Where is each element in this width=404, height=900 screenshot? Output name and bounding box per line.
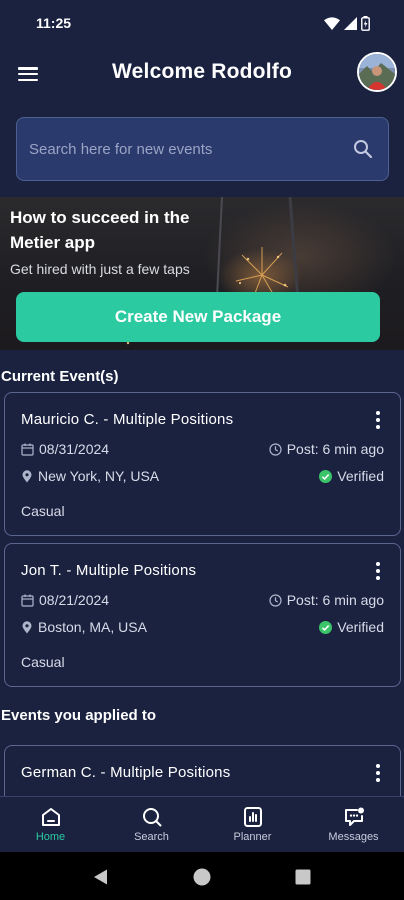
banner-subtitle: Get hired with just a few taps (10, 261, 190, 277)
calendar-icon (21, 594, 34, 607)
status-time: 11:25 (36, 15, 72, 31)
event-status-row: Verified (319, 619, 384, 635)
event-date-row: 08/21/2024 (21, 592, 109, 608)
event-status-row: Verified (319, 468, 384, 484)
create-package-button[interactable]: Create New Package (16, 292, 380, 342)
search-input[interactable]: Search here for new events (16, 117, 389, 181)
nav-planner[interactable]: Planner (202, 797, 303, 852)
system-navigation-bar (0, 852, 404, 900)
nav-home-label: Home (35, 831, 66, 843)
event-status: Verified (337, 468, 384, 484)
nav-search[interactable]: Search (101, 797, 202, 852)
nav-home[interactable]: Home (0, 797, 101, 852)
event-posted: Post: 6 min ago (286, 441, 384, 457)
event-title: Mauricio C. - Multiple Positions (21, 411, 234, 428)
verified-check-icon (319, 469, 333, 483)
more-options-icon[interactable] (374, 764, 382, 782)
event-date: 08/31/2024 (39, 441, 110, 457)
avatar[interactable] (357, 52, 397, 92)
nav-planner-label: Planner (233, 831, 272, 843)
location-pin-icon (22, 620, 32, 633)
more-options-icon[interactable] (374, 411, 382, 429)
location-pin-icon (22, 469, 32, 482)
home-icon (41, 808, 60, 826)
status-icons (324, 15, 370, 31)
battery-icon (361, 15, 370, 31)
back-icon[interactable] (93, 869, 108, 885)
signal-icon (344, 16, 357, 30)
event-title: German C. - Multiple Positions (21, 764, 231, 781)
event-date: 08/21/2024 (39, 592, 110, 608)
bottom-navigation: Home Search Planner Messages (0, 796, 404, 852)
calendar-icon (21, 443, 34, 456)
event-title: Jon T. - Multiple Positions (21, 562, 197, 579)
clock-icon (269, 593, 282, 607)
verified-check-icon (319, 620, 333, 634)
messages-icon (344, 807, 364, 826)
nav-messages[interactable]: Messages (303, 797, 404, 852)
event-date-row: 08/31/2024 (21, 441, 109, 457)
nav-messages-label: Messages (328, 831, 379, 843)
event-status: Verified (337, 619, 384, 635)
recents-icon[interactable] (295, 869, 311, 885)
menu-icon[interactable] (16, 64, 40, 84)
event-card[interactable]: Jon T. - Multiple Positions 08/21/2024 P… (4, 543, 401, 687)
nav-search-label: Search (134, 831, 169, 843)
wifi-icon (324, 16, 340, 30)
banner-title: How to succeed in the Metier app (10, 208, 190, 252)
applied-events-heading: Events you applied to (1, 707, 157, 724)
event-card[interactable]: Mauricio C. - Multiple Positions 08/31/2… (4, 392, 401, 536)
event-posted: Post: 6 min ago (286, 592, 384, 608)
app-bar: Welcome Rodolfo (0, 46, 404, 102)
promo-banner: How to succeed in the Metier app Get hir… (0, 197, 404, 350)
clock-icon (269, 442, 282, 456)
status-bar: 11:25 (0, 0, 404, 46)
page-title: Welcome Rodolfo (112, 60, 292, 83)
search-placeholder: Search here for new events (29, 140, 213, 158)
event-category: Casual (21, 503, 65, 519)
event-category: Casual (21, 654, 65, 670)
search-icon (142, 808, 161, 827)
search-icon[interactable] (352, 138, 374, 160)
planner-icon (243, 807, 262, 827)
event-posted-row: Post: 6 min ago (269, 592, 384, 608)
event-location-row: Boston, MA, USA (21, 619, 147, 635)
event-location-row: New York, NY, USA (21, 468, 159, 484)
more-options-icon[interactable] (374, 562, 382, 580)
event-posted-row: Post: 6 min ago (269, 441, 384, 457)
event-location: Boston, MA, USA (38, 619, 147, 635)
current-events-heading: Current Event(s) (1, 368, 119, 385)
home-circle-icon[interactable] (193, 868, 211, 886)
event-location: New York, NY, USA (38, 468, 160, 484)
